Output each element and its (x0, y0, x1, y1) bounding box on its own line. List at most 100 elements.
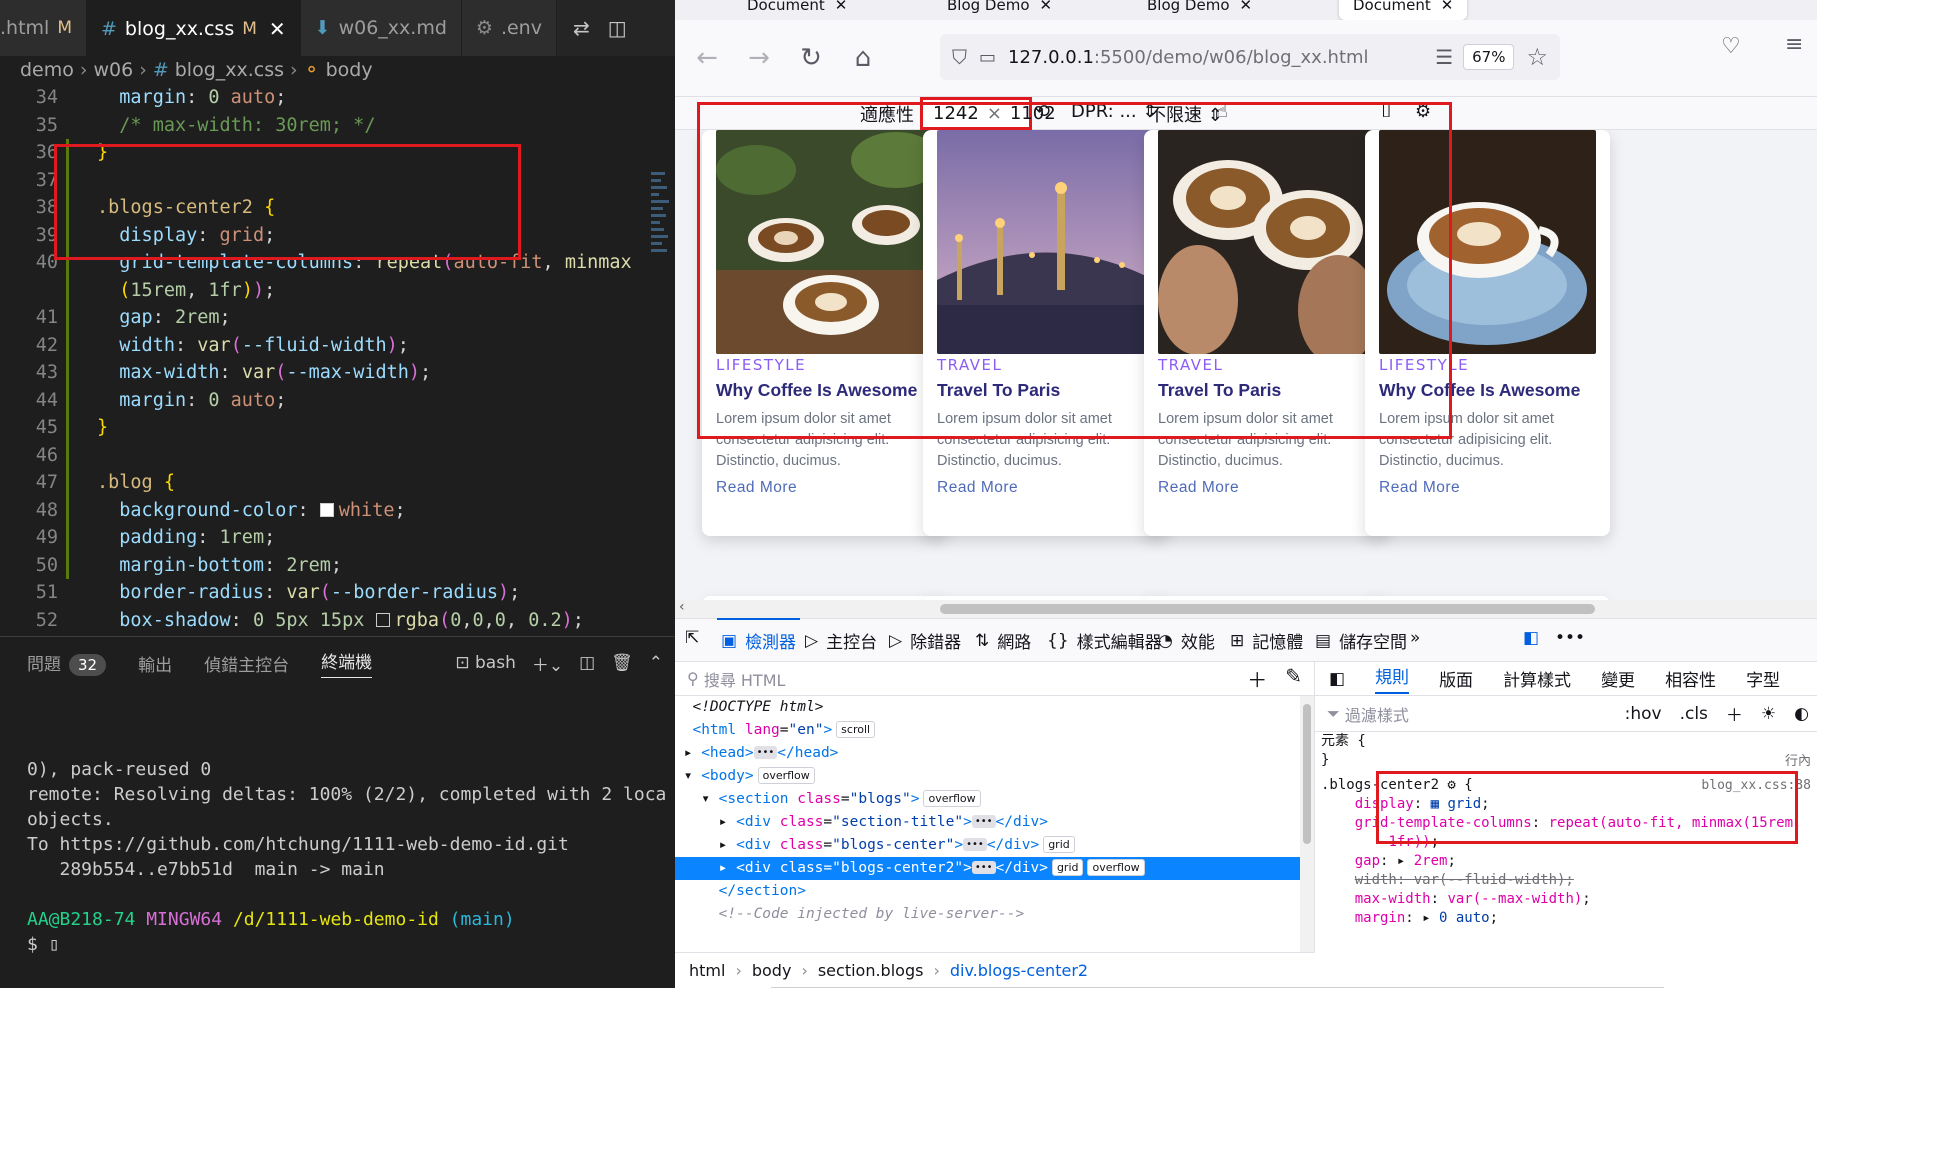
code-line[interactable]: 43 max-width: var(--max-width); (0, 359, 675, 387)
code-line[interactable]: 52 box-shadow: 0 5px 15px rgba(0,0,0, 0.… (0, 607, 675, 635)
tab-problems[interactable]: 問題 32 (27, 650, 107, 676)
zoom-level-button[interactable]: 67% (1463, 44, 1515, 70)
back-arrow-icon[interactable]: ← (681, 43, 733, 73)
close-icon[interactable]: ✕ (269, 17, 286, 41)
code-line[interactable]: (15rem, 1fr)); (0, 277, 675, 305)
horizontal-scrollbar[interactable]: ‹ (675, 599, 1817, 618)
split-editor-icon[interactable]: ◫ (608, 16, 627, 40)
read-more-link[interactable]: Read More (1379, 479, 1596, 497)
dom-node[interactable]: <!--Code injected by live-server--> (675, 903, 1314, 926)
tab-blog-css[interactable]: # blog_xx.css M ✕ (87, 0, 301, 56)
tab-memory[interactable]: ⊞ 記憶體 (1230, 628, 1303, 654)
code-line[interactable]: 46 (0, 442, 675, 470)
tab-computed[interactable]: 計算樣式 (1503, 666, 1571, 691)
css-rule-line[interactable]: max-width: var(--max-width); (1315, 890, 1817, 909)
tab-terminal[interactable]: 終端機 (321, 648, 373, 678)
reload-icon[interactable]: ↻ (785, 43, 837, 73)
terminal-output[interactable]: 0), pack-reused 0 remote: Resolving delt… (27, 757, 666, 957)
trash-icon[interactable]: 🗑 (611, 653, 633, 673)
tab-output[interactable]: 輸出 (138, 651, 172, 676)
code-line[interactable]: 35 /* max-width: 30rem; */ (0, 112, 675, 140)
url-bar[interactable]: ⛉ ▭ 127.0.0.1:5500/demo/w06/blog_xx.html… (940, 34, 1560, 80)
eyedropper-icon[interactable]: ✎ (1285, 664, 1302, 693)
breadcrumb-item[interactable]: body (326, 59, 373, 81)
dom-node[interactable]: </section> (675, 880, 1314, 903)
tab-layout[interactable]: 版面 (1439, 666, 1473, 691)
chevron-up-icon[interactable]: ⌃ (649, 653, 663, 673)
read-more-link[interactable]: Read More (716, 479, 933, 497)
close-icon[interactable]: ✕ (1040, 0, 1053, 14)
dock-side-icon[interactable]: ◧ (1523, 628, 1539, 648)
scrollbar-thumb[interactable] (940, 604, 1595, 614)
html-search[interactable]: ⚲ 搜尋 HTML ＋ ✎ (675, 662, 1314, 696)
pocket-icon[interactable]: ♡ (1721, 34, 1741, 59)
home-icon[interactable]: ⌂ (837, 43, 889, 73)
shield-icon[interactable]: ⛉ (952, 45, 967, 69)
add-rule-plus-icon[interactable]: ＋ (1726, 701, 1743, 726)
styles-filter[interactable]: ⏷ 過濾樣式 :hov .cls ＋ ☀ ◐ (1315, 696, 1817, 732)
browser-tab-active[interactable]: Document ✕ (1339, 0, 1468, 20)
code-line[interactable]: 44 margin: 0 auto; (0, 387, 675, 415)
css-rule-line[interactable]: gap: ▸ 2rem; (1315, 852, 1817, 871)
tab-inspector[interactable]: ▣ 檢測器 (716, 618, 801, 653)
dom-node[interactable]: ▸ <div class="section-title"> ••• </div> (675, 811, 1314, 834)
code-line[interactable]: 41 gap: 2rem; (0, 304, 675, 332)
tab-debugger[interactable]: ▷ 除錯器 (889, 628, 961, 654)
vertical-scrollbar[interactable] (1300, 696, 1314, 952)
add-node-plus-icon[interactable]: ＋ (1247, 664, 1267, 693)
dom-tree[interactable]: <!DOCTYPE html> <html lang="en"> scroll ▸… (675, 696, 1314, 926)
element-picker-icon[interactable]: ⇱ (685, 628, 699, 648)
browser-tab[interactable]: Document ✕ (747, 0, 847, 20)
code-line[interactable]: 50 margin-bottom: 2rem; (0, 552, 675, 580)
code-line[interactable]: 42 width: var(--fluid-width); (0, 332, 675, 360)
dom-node[interactable]: ▾ <section class="blogs"> overflow (675, 788, 1314, 811)
css-rule-line[interactable]: margin: ▸ 0 auto; (1315, 909, 1817, 928)
scroll-left-arrow-icon[interactable]: ‹ (679, 599, 685, 615)
tab-fonts[interactable]: 字型 (1746, 666, 1780, 691)
browser-tab[interactable]: Blog Demo ✕ (947, 0, 1052, 20)
breadcrumb-item[interactable]: section.blogs (818, 961, 924, 980)
dom-node[interactable]: <!DOCTYPE html> (675, 696, 1314, 719)
close-icon[interactable]: ✕ (1441, 0, 1454, 14)
compare-changes-icon[interactable]: ⇄ (573, 16, 590, 40)
breadcrumb-item[interactable]: html (689, 961, 725, 980)
dom-node[interactable]: ▸ <head> ••• </head> (675, 742, 1314, 765)
code-line[interactable]: 48 background-color: white; (0, 497, 675, 525)
tab-html-file[interactable]: .html M (0, 0, 87, 56)
css-rule-line[interactable]: 元素 { (1315, 732, 1817, 751)
layout-toggle-icon[interactable]: ◧ (1329, 669, 1345, 689)
dom-node[interactable]: ▸ <div class="blogs-center"> ••• </div> gri… (675, 834, 1314, 857)
breadcrumb-item[interactable]: w06 (94, 59, 134, 81)
dark-mode-contrast-icon[interactable]: ◐ (1794, 704, 1809, 724)
tab-debug-console[interactable]: 偵錯主控台 (204, 651, 289, 676)
code-line[interactable]: 47 .blog { (0, 469, 675, 497)
breadcrumb-item-current[interactable]: div.blogs-center2 (950, 961, 1088, 980)
tab-network[interactable]: ⇅ 網路 (975, 628, 1031, 654)
tab-env[interactable]: ⚙ .env (461, 0, 557, 56)
tab-console[interactable]: ▷ 主控台 (805, 628, 877, 654)
reader-view-icon[interactable]: ☰ (1435, 45, 1453, 69)
browser-tab[interactable]: Blog Demo ✕ (1147, 0, 1252, 20)
breadcrumb-item[interactable]: demo (20, 59, 74, 81)
css-rule-line[interactable]: width: var(--fluid-width); (1315, 871, 1817, 890)
forward-arrow-icon[interactable]: → (733, 43, 785, 73)
code-line[interactable]: 45} (0, 414, 675, 442)
read-more-link[interactable]: Read More (1158, 479, 1375, 497)
close-icon[interactable]: ✕ (1240, 0, 1253, 14)
more-options-icon[interactable]: ••• (1555, 628, 1585, 648)
menu-icon[interactable]: ≡ (1785, 32, 1803, 57)
dom-node[interactable]: <html lang="en"> scroll (675, 719, 1314, 742)
code-line[interactable]: 34 margin: 0 auto; (0, 84, 675, 112)
terminal-shell-selector[interactable]: ⊡ bash (455, 653, 516, 673)
tab-compatibility[interactable]: 相容性 (1665, 666, 1716, 691)
breadcrumb-item[interactable]: body (752, 961, 792, 980)
tab-w06-md[interactable]: ⬇ w06_xx.md (300, 0, 462, 56)
breadcrumb-item[interactable]: blog_xx.css (175, 59, 284, 81)
dom-node[interactable]: ▾ <body> overflow (675, 765, 1314, 788)
dom-node-selected[interactable]: ▸ <div class="blogs-center2"> ••• </div> gr… (675, 857, 1314, 880)
hov-toggle[interactable]: :hov (1625, 704, 1662, 724)
tab-storage[interactable]: ▤ 儲存空間 (1315, 628, 1407, 654)
code-line[interactable]: 51 border-radius: var(--border-radius); (0, 579, 675, 607)
read-more-link[interactable]: Read More (937, 479, 1154, 497)
tab-style-editor[interactable]: {} 樣式編輯器 (1047, 628, 1162, 654)
